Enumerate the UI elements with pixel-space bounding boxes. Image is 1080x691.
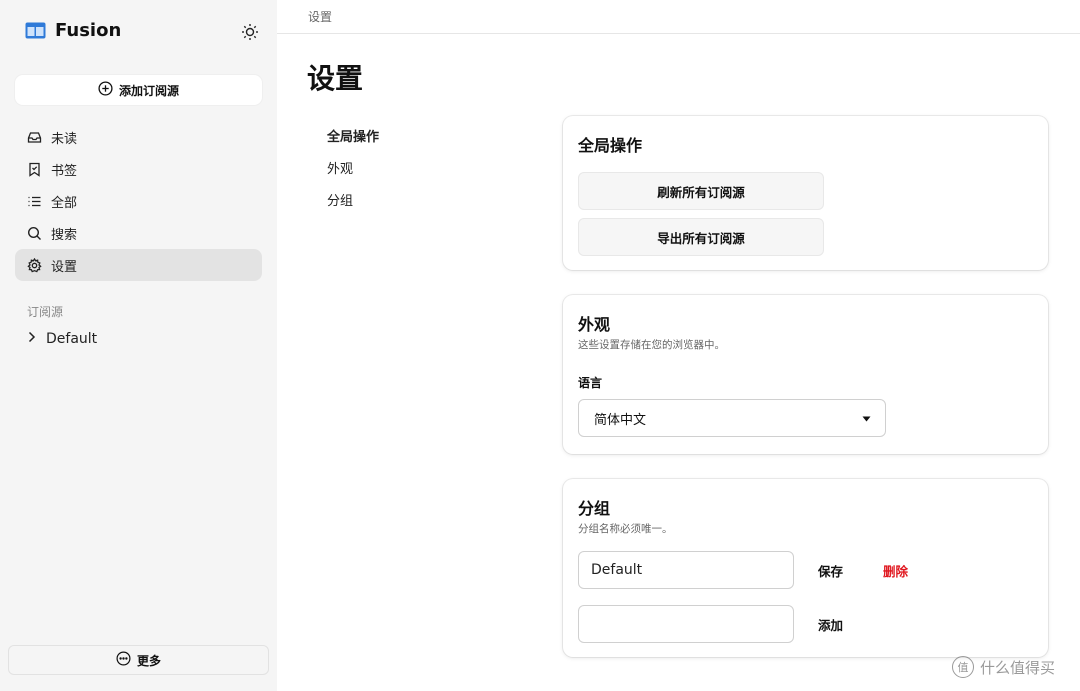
sidebar-item-bookmarks[interactable]: 书签 [15, 153, 262, 185]
top-bar: 设置 [277, 0, 1080, 34]
sidebar-item-label: 搜索 [51, 227, 78, 243]
watermark: 值 什么值得买 [952, 656, 1055, 678]
chevron-right-icon[interactable] [27, 331, 36, 347]
groups-title: 分组 [578, 499, 611, 518]
feed-group-default[interactable]: Default [27, 331, 97, 347]
new-group-row: 添加 [578, 605, 1033, 643]
theme-toggle-sun-icon[interactable] [240, 22, 260, 42]
app-brand[interactable]: Fusion [25, 20, 121, 41]
add-feed-label: 添加订阅源 [118, 83, 179, 98]
appearance-description: 这些设置存储在您的浏览器中。 [578, 339, 725, 351]
group-name-input[interactable] [578, 551, 794, 589]
save-group-button[interactable]: 保存 [818, 561, 843, 580]
add-group-button[interactable]: 添加 [818, 615, 843, 634]
bookmark-icon [27, 162, 42, 177]
caret-down-icon [862, 411, 871, 426]
sidebar-item-unread[interactable]: 未读 [15, 121, 262, 153]
subnav-groups[interactable]: 分组 [327, 193, 379, 225]
groups-card: 分组 分组名称必须唯一。 保存 删除 添加 [563, 479, 1048, 657]
sidebar-nav: 未读 书签 全部 搜索 设置 [15, 121, 262, 281]
feeds-section-label: 订阅源 [27, 305, 64, 319]
app-name: Fusion [55, 20, 122, 41]
watermark-text: 什么值得买 [980, 658, 1056, 677]
sidebar-item-search[interactable]: 搜索 [15, 217, 262, 249]
page-title: 设置 [307, 62, 364, 95]
sidebar-item-label: 未读 [51, 131, 78, 147]
sidebar-item-label: 设置 [51, 259, 78, 275]
language-label: 语言 [578, 376, 603, 390]
groups-description: 分组名称必须唯一。 [578, 523, 673, 535]
search-icon [27, 226, 42, 241]
more-dots-icon [116, 651, 131, 669]
watermark-logo-icon: 值 [952, 656, 974, 678]
plus-circle-icon [98, 81, 113, 99]
refresh-all-feeds-button[interactable]: 刷新所有订阅源 [578, 172, 824, 210]
subnav-global-actions[interactable]: 全局操作 [327, 129, 379, 161]
sidebar-item-label: 书签 [51, 163, 78, 179]
app-logo-icon [25, 22, 46, 39]
global-actions-title: 全局操作 [578, 136, 643, 155]
appearance-card: 外观 这些设置存储在您的浏览器中。 语言 简体中文 [563, 295, 1048, 454]
feed-group-label: Default [46, 331, 98, 347]
settings-subnav: 全局操作 外观 分组 [327, 129, 379, 225]
breadcrumb[interactable]: 设置 [308, 8, 332, 25]
more-label: 更多 [136, 653, 161, 668]
language-select[interactable]: 简体中文 [578, 399, 886, 437]
sidebar-item-label: 全部 [51, 195, 78, 211]
export-all-feeds-button[interactable]: 导出所有订阅源 [578, 218, 824, 256]
sidebar: Fusion 添加订阅源 未读 书签 全部 搜索 设置 订阅源 Default … [0, 0, 277, 691]
add-feed-button[interactable]: 添加订阅源 [15, 75, 262, 105]
sidebar-item-all[interactable]: 全部 [15, 185, 262, 217]
group-row: 保存 删除 [578, 551, 1033, 589]
global-actions-card: 全局操作 刷新所有订阅源 导出所有订阅源 [563, 116, 1048, 270]
sidebar-item-settings[interactable]: 设置 [15, 249, 262, 281]
list-icon [27, 194, 42, 209]
delete-group-button[interactable]: 删除 [883, 561, 908, 580]
appearance-title: 外观 [578, 315, 611, 334]
new-group-input[interactable] [578, 605, 794, 643]
gear-icon [27, 257, 42, 273]
language-select-value: 简体中文 [594, 412, 647, 428]
inbox-icon [27, 130, 42, 145]
subnav-appearance[interactable]: 外观 [327, 161, 379, 193]
more-button[interactable]: 更多 [8, 645, 269, 675]
